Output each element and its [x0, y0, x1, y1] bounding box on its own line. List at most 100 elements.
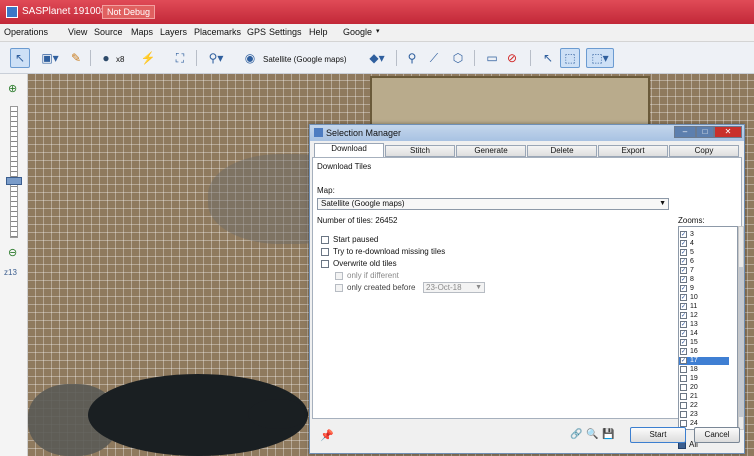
zoom-item-15[interactable]: ✓ 15 — [679, 339, 729, 347]
map-source-icon[interactable]: ◉ — [240, 48, 260, 68]
zoom-checkbox-19[interactable] — [680, 375, 687, 382]
zoom-in-icon[interactable]: ⊕ — [8, 82, 17, 95]
zoom-checkbox-20[interactable] — [680, 384, 687, 391]
message-icon[interactable]: ▭ — [482, 48, 502, 68]
zoom-item-22[interactable]: 22 — [679, 402, 729, 410]
zoom-checkbox-17[interactable]: ✓ — [680, 357, 687, 364]
menu-placemarks[interactable]: Placemarks — [194, 27, 241, 37]
zooms-scrollbar[interactable] — [738, 226, 744, 430]
zoom-slider-thumb[interactable] — [6, 177, 22, 185]
zoom-item-4[interactable]: ✓ 4 — [679, 240, 729, 248]
tab-stitch[interactable]: Stitch — [385, 145, 455, 157]
zoom-item-12[interactable]: ✓ 12 — [679, 312, 729, 320]
zoom-checkbox-16[interactable]: ✓ — [680, 348, 687, 355]
menu-google[interactable]: Google — [343, 27, 372, 37]
layers-dropdown-icon[interactable]: ◆▾ — [364, 48, 390, 68]
zoom-item-17[interactable]: ✓ 17 — [679, 357, 729, 365]
chevron-down-icon: ▼ — [659, 200, 666, 207]
map-select[interactable]: Satellite (Google maps) ▼ — [317, 198, 669, 210]
zoom-checkbox-22[interactable] — [680, 402, 687, 409]
placemark-icon[interactable]: ⚲ — [402, 48, 422, 68]
zoom-checkbox-6[interactable]: ✓ — [680, 258, 687, 265]
zoom-checkbox-8[interactable]: ✓ — [680, 276, 687, 283]
select-tool-icon[interactable]: ↖ — [538, 48, 558, 68]
globe-icon[interactable]: ● — [96, 48, 116, 68]
date-picker[interactable]: 23-Oct-18 ▼ — [423, 282, 485, 293]
overwrite-checkbox[interactable] — [321, 260, 329, 268]
only-created-before-checkbox[interactable] — [335, 284, 343, 292]
menu-operations[interactable]: Operations — [4, 27, 48, 37]
minimize-icon[interactable]: – — [674, 126, 696, 138]
zoom-checkbox-12[interactable]: ✓ — [680, 312, 687, 319]
menu-maps[interactable]: Maps — [131, 27, 153, 37]
zoom-item-6[interactable]: ✓ 6 — [679, 258, 729, 266]
menu-gps[interactable]: GPS — [247, 27, 266, 37]
search-icon[interactable]: ⚲▾ — [202, 48, 230, 68]
tab-copy[interactable]: Copy — [669, 145, 739, 157]
zoom-item-10[interactable]: ✓ 10 — [679, 294, 729, 302]
menu-settings[interactable]: Settings — [269, 27, 302, 37]
close-icon[interactable]: ✕ — [714, 126, 742, 138]
cancel-button[interactable]: Cancel — [694, 427, 740, 443]
zoom-checkbox-4[interactable]: ✓ — [680, 240, 687, 247]
zoom-out-icon[interactable]: ⊖ — [8, 246, 17, 259]
zoom-checkbox-13[interactable]: ✓ — [680, 321, 687, 328]
zoom-item-14[interactable]: ✓ 14 — [679, 330, 729, 338]
zoom-item-8[interactable]: ✓ 8 — [679, 276, 729, 284]
zoom-checkbox-15[interactable]: ✓ — [680, 339, 687, 346]
pointer-tool-icon[interactable]: ↖ — [10, 48, 30, 68]
poly-select-icon[interactable]: ⬚▾ — [586, 48, 614, 68]
zoom-item-21[interactable]: 21 — [679, 393, 729, 401]
zoom-item-7[interactable]: ✓ 7 — [679, 267, 729, 275]
layers-tool-icon[interactable]: ▣▾ — [36, 48, 64, 68]
zoom-checkbox-7[interactable]: ✓ — [680, 267, 687, 274]
maximize-icon[interactable]: □ — [696, 126, 714, 138]
zoom-checkbox-10[interactable]: ✓ — [680, 294, 687, 301]
pin-icon[interactable]: 📌 — [320, 429, 334, 442]
zoom-item-13[interactable]: ✓ 13 — [679, 321, 729, 329]
zooms-list[interactable]: ✓ 3 ✓ 4 ✓ 5 ✓ 6 ✓ 7 ✓ 8 ✓ 9 ✓ 10 ✓ 11 ✓ 12 ✓ 13 ✓ 14 ✓ 15 ✓ 16 ✓ 17 18… — [678, 226, 738, 430]
zoom-item-11[interactable]: ✓ 11 — [679, 303, 729, 311]
route-icon[interactable]: ⟋ — [424, 48, 444, 68]
link-icon[interactable]: 🔗 — [570, 429, 582, 440]
zoom-item-19[interactable]: 19 — [679, 375, 729, 383]
zoom-checkbox-3[interactable]: ✓ — [680, 231, 687, 238]
current-map-label[interactable]: Satellite (Google maps) — [263, 55, 347, 64]
magic-wand-icon[interactable]: ⚡ — [138, 48, 158, 68]
tab-delete[interactable]: Delete — [527, 145, 597, 157]
menu-view[interactable]: View — [68, 27, 87, 37]
zoom-icon[interactable]: 🔍 — [586, 429, 598, 440]
redownload-checkbox[interactable] — [321, 248, 329, 256]
zoom-checkbox-23[interactable] — [680, 411, 687, 418]
zoom-item-18[interactable]: 18 — [679, 366, 729, 374]
zoom-item-16[interactable]: ✓ 16 — [679, 348, 729, 356]
zoom-item-9[interactable]: ✓ 9 — [679, 285, 729, 293]
tab-export[interactable]: Export — [598, 145, 668, 157]
zoom-checkbox-14[interactable]: ✓ — [680, 330, 687, 337]
tab-generate[interactable]: Generate — [456, 145, 526, 157]
start-paused-checkbox[interactable] — [321, 236, 329, 244]
save-icon[interactable]: 💾 — [602, 429, 614, 440]
tab-download[interactable]: Download — [314, 143, 384, 157]
only-if-different-checkbox[interactable] — [335, 272, 343, 280]
zoom-item-5[interactable]: ✓ 5 — [679, 249, 729, 257]
menu-source[interactable]: Source — [94, 27, 123, 37]
menu-help[interactable]: Help — [309, 27, 328, 37]
zoom-checkbox-11[interactable]: ✓ — [680, 303, 687, 310]
fullscreen-icon[interactable]: ⛶ — [170, 48, 190, 68]
zoom-item-23[interactable]: 23 — [679, 411, 729, 419]
zoom-checkbox-5[interactable]: ✓ — [680, 249, 687, 256]
zoom-item-20[interactable]: 20 — [679, 384, 729, 392]
rect-select-icon[interactable]: ⬚ — [560, 48, 580, 68]
zoom-slider[interactable] — [10, 106, 18, 238]
menu-layers[interactable]: Layers — [160, 27, 187, 37]
zoom-item-3[interactable]: ✓ 3 — [679, 231, 729, 239]
stop-icon[interactable]: ⊘ — [502, 48, 522, 68]
start-button[interactable]: Start — [630, 427, 686, 443]
pencil-icon[interactable]: ✎ — [66, 48, 86, 68]
polygon-icon[interactable]: ⬡ — [448, 48, 468, 68]
zoom-checkbox-21[interactable] — [680, 393, 687, 400]
zoom-checkbox-9[interactable]: ✓ — [680, 285, 687, 292]
google-dropdown-icon[interactable]: ▾ — [376, 27, 380, 35]
zoom-checkbox-18[interactable] — [680, 366, 687, 373]
